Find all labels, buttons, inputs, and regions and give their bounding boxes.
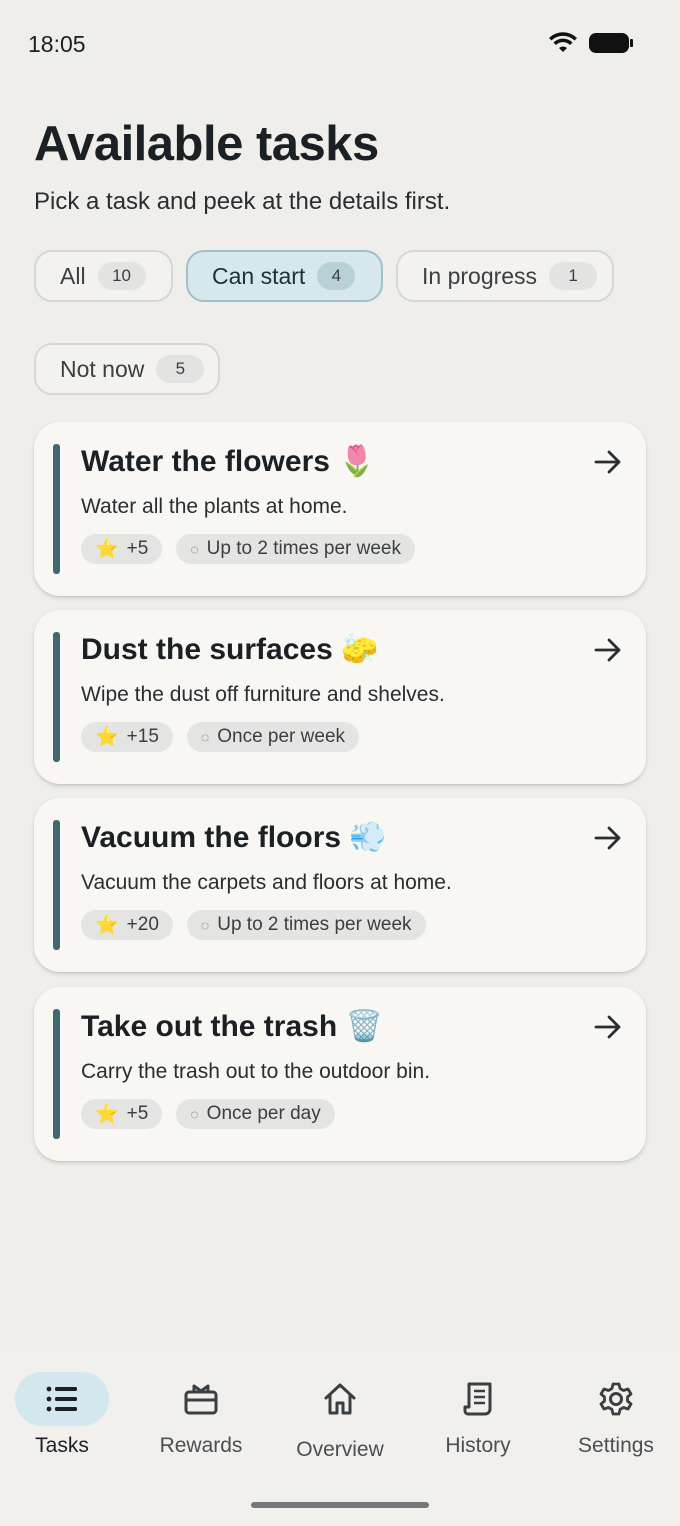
nav-icon-container [431,1372,525,1426]
page-subtitle: Pick a task and peek at the details firs… [34,188,451,215]
chip-count: 4 [317,262,356,290]
frequency-value: Once per week [217,726,346,747]
task-title: Water the flowers 🌷 [81,445,376,478]
frequency-badge: ◌ Up to 2 times per week [186,910,426,940]
chip-label: All [60,262,86,289]
page-title: Available tasks [34,117,379,171]
card-accent-bar [53,444,60,574]
task-badges: ⭐ +5 ◌ Once per day [81,1099,335,1129]
filter-chip-in-progress[interactable]: In progress 1 [396,250,614,302]
nav-icon-container [569,1372,663,1426]
task-badges: ⭐ +15 ◌ Once per week [81,722,360,752]
frequency-badge: ◌ Once per week [186,722,360,752]
repeat-icon: ◌ [200,917,210,933]
star-icon: ⭐ [95,1104,119,1125]
card-accent-bar [53,632,60,762]
task-card-vacuum-floors[interactable]: Vacuum the floors 💨 Vacuum the carpets a… [34,798,646,972]
status-icons [548,32,634,59]
task-title: Take out the trash 🗑️ [81,1010,383,1043]
points-badge: ⭐ +15 [81,722,173,752]
star-icon: ⭐ [95,539,119,560]
arrow-right-icon[interactable] [592,822,624,854]
nav-label: Overview [296,1438,384,1461]
gift-icon [184,1384,218,1415]
list-icon [46,1386,77,1412]
points-badge: ⭐ +20 [81,910,173,940]
gear-icon [599,1382,633,1416]
task-title: Dust the surfaces 🧽 [81,633,379,666]
home-indicator[interactable] [251,1502,429,1508]
frequency-value: Once per day [206,1103,321,1124]
points-value: +5 [126,1103,149,1124]
nav-label: History [445,1434,511,1457]
points-value: +15 [126,726,159,747]
nav-label: Rewards [159,1434,243,1457]
repeat-icon: ◌ [200,729,210,745]
nav-item-overview[interactable]: Overview [272,1372,408,1472]
nav-item-history[interactable]: History [410,1372,546,1472]
star-icon: ⭐ [95,727,119,748]
status-time: 18:05 [28,31,86,57]
receipt-icon [463,1382,492,1416]
nav-item-tasks[interactable]: Tasks [0,1372,130,1472]
points-badge: ⭐ +5 [81,534,163,564]
points-value: +20 [126,914,159,935]
chip-count: 5 [156,355,205,383]
chip-count: 10 [97,262,146,290]
battery-icon [588,32,634,59]
filter-chip-not-now[interactable]: Not now 5 [34,343,220,395]
arrow-right-icon[interactable] [592,634,624,666]
task-description: Vacuum the carpets and floors at home. [81,871,452,894]
task-card-take-out-trash[interactable]: Take out the trash 🗑️ Carry the trash ou… [34,987,646,1161]
filter-chip-can-start[interactable]: Can start 4 [186,250,383,302]
chip-label: In progress [422,262,538,289]
task-description: Wipe the dust off furniture and shelves. [81,683,445,706]
task-badges: ⭐ +20 ◌ Up to 2 times per week [81,910,426,940]
arrow-right-icon[interactable] [592,446,624,478]
home-icon [324,1383,356,1415]
task-card-dust-surfaces[interactable]: Dust the surfaces 🧽 Wipe the dust off fu… [34,610,646,784]
frequency-value: Up to 2 times per week [206,538,401,559]
star-icon: ⭐ [95,915,119,936]
wifi-icon [548,32,578,59]
task-card-water-flowers[interactable]: Water the flowers 🌷 Water all the plants… [34,422,646,596]
card-accent-bar [53,1009,60,1139]
frequency-badge: ◌ Up to 2 times per week [176,534,415,564]
task-description: Water all the plants at home. [81,495,348,518]
status-bar: 18:05 [0,0,680,88]
card-accent-bar [53,820,60,950]
chip-label: Not now [60,355,145,382]
bottom-navigation: Tasks Rewards Overview History Settings [0,1352,680,1526]
chip-count: 1 [549,262,598,290]
nav-icon-container [15,1372,109,1426]
task-description: Carry the trash out to the outdoor bin. [81,1060,431,1083]
filter-chip-all[interactable]: All 10 [34,250,173,302]
nav-label: Settings [578,1434,654,1457]
nav-icon-container [293,1372,387,1426]
nav-icon-container [154,1372,248,1426]
points-badge: ⭐ +5 [81,1099,163,1129]
repeat-icon: ◌ [190,541,199,557]
repeat-icon: ◌ [190,1106,199,1122]
points-value: +5 [126,538,149,559]
frequency-value: Up to 2 times per week [217,914,412,935]
task-badges: ⭐ +5 ◌ Up to 2 times per week [81,534,415,564]
nav-item-rewards[interactable]: Rewards [133,1372,269,1472]
task-title: Vacuum the floors 💨 [81,821,387,854]
nav-item-settings[interactable]: Settings [548,1372,680,1472]
arrow-right-icon[interactable] [592,1011,624,1043]
chip-label: Can start [212,262,306,289]
frequency-badge: ◌ Once per day [176,1099,335,1129]
nav-label: Tasks [35,1434,89,1457]
